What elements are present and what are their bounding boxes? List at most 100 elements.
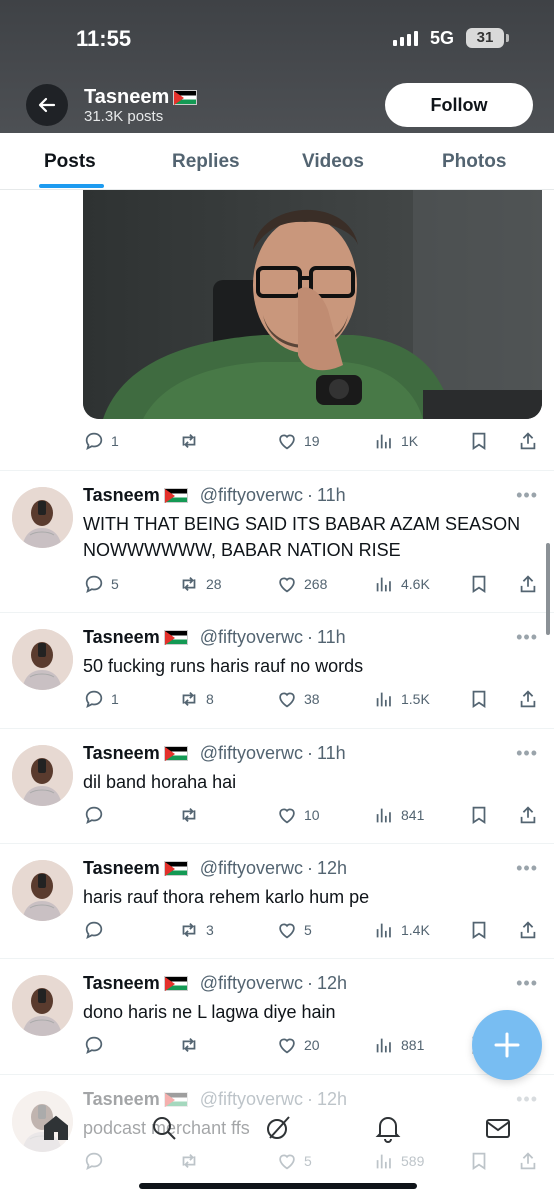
more-options-icon[interactable]: •••: [516, 858, 538, 879]
separator: ·: [307, 485, 313, 505]
repost-button[interactable]: 28: [178, 573, 222, 595]
views-button[interactable]: 841: [373, 804, 424, 826]
bookmark-button[interactable]: [468, 919, 490, 941]
follow-button[interactable]: Follow: [385, 83, 533, 127]
repost-button[interactable]: [178, 804, 206, 826]
tab-photos[interactable]: Photos: [442, 151, 506, 173]
notifications-icon[interactable]: [372, 1112, 404, 1144]
reply-button[interactable]: [83, 1034, 111, 1056]
tweet[interactable]: Tasneem @fiftyoverwc · 12h ••• dono hari…: [0, 958, 554, 1074]
bookmark-button[interactable]: [468, 804, 490, 826]
repost-button[interactable]: 8: [178, 688, 214, 710]
tab-posts[interactable]: Posts: [44, 151, 96, 173]
share-button[interactable]: [517, 573, 539, 595]
repost-button[interactable]: 3: [178, 919, 214, 941]
like-button[interactable]: 38: [276, 688, 320, 710]
views-button[interactable]: 1.5K: [373, 688, 430, 710]
like-button[interactable]: 19: [276, 430, 320, 452]
views-button[interactable]: 1K: [373, 430, 418, 452]
more-options-icon[interactable]: •••: [516, 973, 538, 994]
author-name[interactable]: Tasneem: [83, 485, 160, 506]
repost-icon: [182, 433, 196, 449]
repost-button[interactable]: [178, 1034, 206, 1056]
heart-icon: [279, 1038, 295, 1054]
reply-icon: [85, 575, 103, 593]
tweet-time: 11h: [317, 627, 346, 647]
grok-icon[interactable]: [262, 1112, 294, 1144]
home-icon[interactable]: [40, 1112, 72, 1144]
share-button[interactable]: [517, 430, 539, 452]
post-actions: 1 19 1K: [83, 430, 543, 454]
avatar[interactable]: [12, 860, 73, 921]
post-media-image[interactable]: [83, 190, 542, 419]
compose-button[interactable]: [472, 1010, 542, 1080]
like-button[interactable]: 5: [276, 919, 312, 941]
reply-icon: [85, 921, 103, 939]
bookmark-icon: [472, 921, 486, 939]
like-button[interactable]: 10: [276, 804, 320, 826]
author-handle[interactable]: @fiftyoverwc: [200, 743, 303, 764]
status-time: 11:55: [76, 26, 132, 51]
avatar[interactable]: [12, 629, 73, 690]
author-name[interactable]: Tasneem: [83, 858, 160, 879]
bookmark-button[interactable]: [468, 688, 490, 710]
like-button[interactable]: 268: [276, 573, 327, 595]
view-count: 881: [401, 1037, 425, 1053]
tweet[interactable]: Tasneem @fiftyoverwc · 11h ••• 50 fuckin…: [0, 612, 554, 728]
tweet[interactable]: Tasneem @fiftyoverwc · 11h ••• dil band …: [0, 728, 554, 843]
like-count: 38: [304, 691, 320, 707]
views-icon: [376, 577, 391, 592]
palestine-flag-icon: [173, 90, 198, 105]
tweet[interactable]: Tasneem @fiftyoverwc · 11h ••• WITH THAT…: [0, 470, 554, 612]
bookmark-icon: [472, 432, 486, 450]
share-icon: [520, 690, 536, 708]
repost-icon: [182, 576, 196, 592]
more-options-icon[interactable]: •••: [516, 627, 538, 648]
separator: ·: [307, 627, 313, 647]
avatar[interactable]: [12, 487, 73, 548]
views-button[interactable]: 4.6K: [373, 573, 430, 595]
reply-icon: [85, 806, 103, 824]
tweet-actions: 3 5 1.4K: [83, 919, 543, 943]
bookmark-button[interactable]: [468, 573, 490, 595]
bookmark-button[interactable]: [468, 430, 490, 452]
views-button[interactable]: 1.4K: [373, 919, 430, 941]
author-handle[interactable]: @fiftyoverwc: [200, 973, 303, 994]
share-button[interactable]: [517, 919, 539, 941]
tab-replies[interactable]: Replies: [172, 151, 240, 173]
tab-videos[interactable]: Videos: [302, 151, 364, 173]
views-icon: [376, 1038, 391, 1053]
reply-count: 5: [111, 576, 119, 592]
author-name[interactable]: Tasneem: [83, 743, 160, 764]
reply-button[interactable]: 1: [83, 688, 119, 710]
reply-button[interactable]: [83, 804, 111, 826]
more-options-icon[interactable]: •••: [516, 743, 538, 764]
author-name[interactable]: Tasneem: [83, 627, 160, 648]
avatar[interactable]: [12, 975, 73, 1036]
back-button[interactable]: [26, 84, 68, 126]
reply-button[interactable]: [83, 919, 111, 941]
author-handle[interactable]: @fiftyoverwc: [200, 485, 303, 506]
author-handle[interactable]: @fiftyoverwc: [200, 858, 303, 879]
avatar[interactable]: [12, 745, 73, 806]
like-button[interactable]: 20: [276, 1034, 320, 1056]
more-options-icon[interactable]: •••: [516, 485, 538, 506]
views-button[interactable]: 881: [373, 1034, 424, 1056]
reply-button[interactable]: 5: [83, 573, 119, 595]
share-icon: [520, 575, 536, 593]
repost-count: 28: [206, 576, 222, 592]
share-button[interactable]: [517, 688, 539, 710]
scrollbar[interactable]: [546, 543, 550, 635]
repost-button[interactable]: [178, 430, 206, 452]
palestine-flag-icon: [163, 630, 188, 645]
search-icon[interactable]: [148, 1112, 180, 1144]
heart-icon: [279, 434, 295, 450]
tweet[interactable]: Tasneem @fiftyoverwc · 12h ••• haris rau…: [0, 843, 554, 958]
reply-button[interactable]: 1: [83, 430, 119, 452]
tweet-header: Tasneem @fiftyoverwc · 11h: [83, 485, 346, 506]
messages-icon[interactable]: [482, 1112, 514, 1144]
author-name[interactable]: Tasneem: [83, 973, 160, 994]
share-button[interactable]: [517, 804, 539, 826]
author-handle[interactable]: @fiftyoverwc: [200, 627, 303, 648]
tweet-time: 12h: [317, 973, 348, 993]
